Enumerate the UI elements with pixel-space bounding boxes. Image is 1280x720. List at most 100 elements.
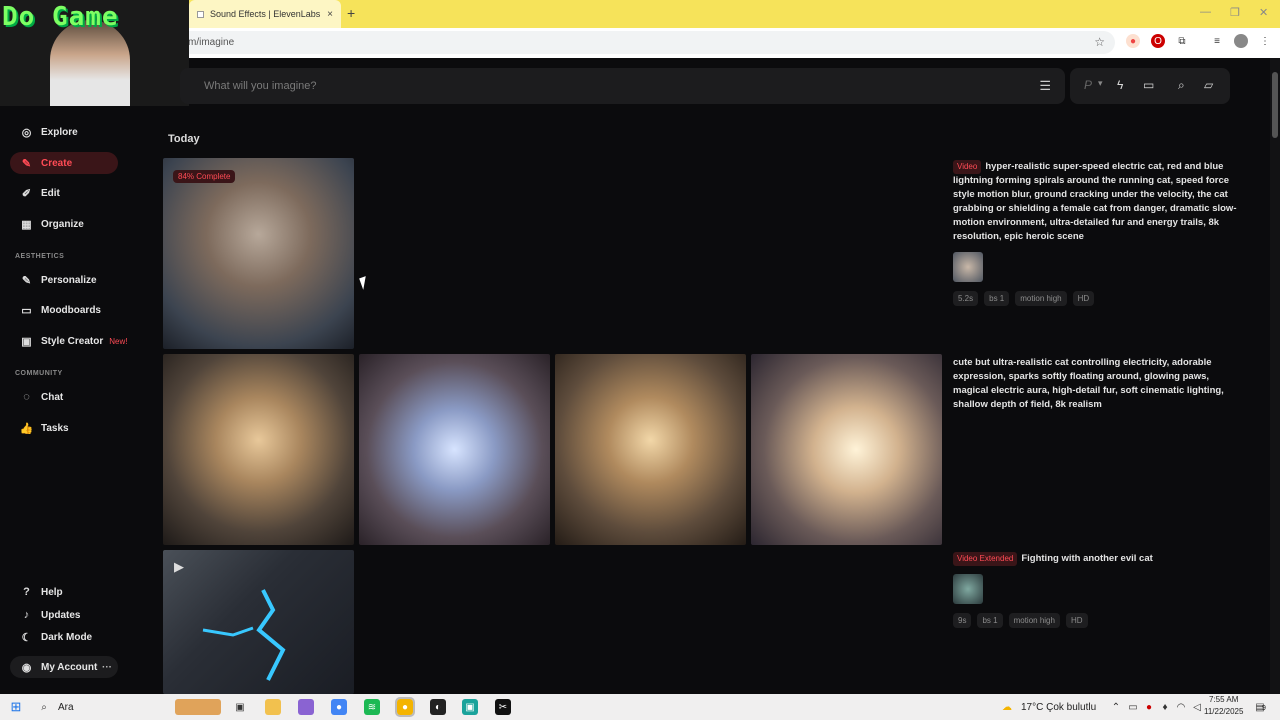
app-icon[interactable]: ◐: [430, 699, 446, 715]
chrome-canary-icon[interactable]: ●: [395, 697, 415, 717]
taskbar-search-label[interactable]: Ara: [58, 702, 74, 713]
close-window-icon[interactable]: ✕: [1259, 6, 1268, 19]
moodboard-icon: ▭: [21, 304, 32, 317]
tray-icon[interactable]: ●: [1141, 699, 1157, 715]
filters-icon[interactable]: ☰: [1039, 78, 1051, 94]
chip: 5.2s: [953, 291, 979, 306]
dark-mode-toggle[interactable]: ☾ Dark Mode: [10, 626, 118, 648]
chip: bs 1: [977, 613, 1003, 628]
sidebar-item-label: Chat: [41, 391, 64, 403]
sidebar-item-style-creator[interactable]: ▣ Style Creator New!: [10, 330, 140, 352]
tray-icon[interactable]: ▭: [1125, 699, 1141, 715]
search-highlight-image[interactable]: [175, 699, 221, 715]
chip: motion high: [1008, 613, 1060, 628]
webcam-overlay-text: Do Game: [2, 2, 119, 32]
sidebar-item-chat[interactable]: ◌ Chat: [10, 386, 118, 408]
restore-icon[interactable]: ❐: [1230, 6, 1240, 19]
extension-fire-icon[interactable]: ●: [1126, 34, 1140, 48]
sidebar-item-help[interactable]: ? Help: [10, 581, 118, 603]
generated-image[interactable]: [163, 354, 354, 545]
chevron-up-icon[interactable]: ⌃: [1108, 699, 1124, 715]
thumbs-up-icon: 👍: [19, 422, 34, 435]
bell-icon: ♪: [23, 609, 30, 621]
chevron-down-icon[interactable]: ▾: [1098, 78, 1103, 89]
windows-start-icon[interactable]: ⊞: [8, 699, 24, 715]
file-explorer-icon[interactable]: [265, 699, 281, 715]
address-bar[interactable]: m/imagine ☆: [130, 31, 1115, 54]
sidebar-item-tasks[interactable]: 👍 Tasks: [10, 417, 118, 439]
play-icon[interactable]: ▶: [174, 559, 184, 575]
tab-close-icon[interactable]: ×: [327, 9, 333, 20]
lightning-icon[interactable]: ϟ: [1117, 78, 1123, 92]
sidebar-item-edit[interactable]: ✐ Edit: [10, 182, 118, 204]
sidebar-item-moodboards[interactable]: ▭ Moodboards: [10, 299, 118, 321]
job-chips: 5.2s bs 1 motion high HD: [953, 291, 1095, 306]
chat-bubble-icon[interactable]: ▭: [1143, 78, 1154, 92]
search-icon[interactable]: ⌕: [1178, 78, 1185, 93]
folder-icon[interactable]: ▱: [1204, 78, 1213, 92]
generated-video-thumbnail[interactable]: [163, 550, 354, 694]
personalize-toggle[interactable]: P: [1084, 78, 1092, 92]
wifi-icon[interactable]: ◠: [1173, 699, 1189, 715]
volume-icon[interactable]: ◁: [1189, 699, 1205, 715]
copilot-icon[interactable]: [298, 699, 314, 715]
sidebar-item-label: Explore: [41, 126, 78, 138]
capcut-icon[interactable]: ✂: [495, 699, 511, 715]
microphone-icon[interactable]: ♦: [1157, 699, 1173, 715]
sidebar-item-updates[interactable]: ♪ Updates: [10, 604, 118, 626]
edit-icon: ✐: [21, 187, 32, 200]
extension-opera-icon[interactable]: O: [1151, 34, 1165, 48]
progress-badge: 84% Complete: [173, 170, 236, 183]
media-control-icon[interactable]: ≡: [1210, 34, 1224, 48]
new-tab-button[interactable]: +: [347, 5, 355, 21]
personalize-icon: ✎: [21, 274, 32, 287]
sidebar-item-organize[interactable]: ▦ Organize: [10, 213, 118, 235]
reference-image-thumbnail[interactable]: [953, 574, 983, 604]
url-text: m/imagine: [188, 37, 235, 48]
webcam-overlay: Do Game: [0, 0, 189, 106]
scrollbar-track[interactable]: [1270, 58, 1280, 694]
reference-image-thumbnail[interactable]: [953, 252, 983, 282]
sidebar-item-create[interactable]: ✎ Create: [10, 152, 118, 174]
chrome-icon[interactable]: ●: [331, 699, 347, 715]
help-icon: ?: [23, 586, 30, 598]
job-prompt[interactable]: Video hyper-realistic super-speed electri…: [953, 160, 1238, 244]
browser-menu-icon[interactable]: ⋮: [1258, 34, 1272, 48]
job-type-tag: Video Extended: [953, 552, 1018, 566]
app-icon[interactable]: ▣: [462, 699, 478, 715]
spotify-icon[interactable]: ≋: [364, 699, 380, 715]
clock-time[interactable]: 7:55 AM: [1209, 695, 1238, 704]
aesthetics-section-label: AESTHETICS: [15, 253, 65, 260]
browser-tab[interactable]: Sound Effects | ElevenLabs ×: [189, 0, 341, 28]
weather-icon[interactable]: ☁: [999, 699, 1015, 715]
minimize-icon[interactable]: —: [1200, 6, 1211, 18]
sidebar-item-personalize[interactable]: ✎ Personalize: [10, 269, 118, 291]
my-account-button[interactable]: ◉ My Account ···: [10, 656, 118, 678]
clock-date[interactable]: 11/22/2025: [1204, 707, 1243, 716]
weather-text[interactable]: 17°C Çok bulutlu: [1021, 702, 1096, 713]
scrollbar-thumb[interactable]: [1272, 72, 1278, 138]
prompt-bar[interactable]: What will you imagine? ☰: [180, 68, 1065, 104]
bookmark-star-icon[interactable]: ☆: [1094, 35, 1105, 49]
generated-image[interactable]: [359, 354, 550, 545]
generated-video-thumbnail[interactable]: [163, 158, 354, 349]
prompt-text: hyper-realistic super-speed electric cat…: [953, 161, 1237, 242]
job-prompt[interactable]: Video Extended Fighting with another evil…: [953, 552, 1238, 566]
moon-icon: ☾: [21, 631, 32, 644]
task-view-icon[interactable]: ▣: [232, 699, 248, 715]
more-options-icon[interactable]: ···: [102, 662, 112, 673]
tool-group: P ▾ ϟ ▭ ⌕ ▱: [1070, 68, 1230, 104]
search-icon[interactable]: ⌕: [36, 699, 52, 715]
sidebar-item-label: Updates: [41, 609, 81, 621]
generated-image[interactable]: [751, 354, 942, 545]
prompt-text: Fighting with another evil cat: [1021, 553, 1153, 564]
sidebar-item-label: Moodboards: [41, 304, 101, 316]
job-prompt[interactable]: cute but ultra-realistic cat controlling…: [953, 356, 1238, 412]
job-chips: 9s bs 1 motion high HD: [953, 613, 1088, 628]
sidebar-item-explore[interactable]: ◎ Explore: [10, 121, 118, 143]
grid-icon: ▦: [21, 218, 32, 231]
prompt-input[interactable]: What will you imagine?: [204, 80, 317, 92]
extensions-puzzle-icon[interactable]: ⧉: [1175, 34, 1189, 48]
profile-avatar-icon[interactable]: [1234, 34, 1248, 48]
generated-image[interactable]: [555, 354, 746, 545]
